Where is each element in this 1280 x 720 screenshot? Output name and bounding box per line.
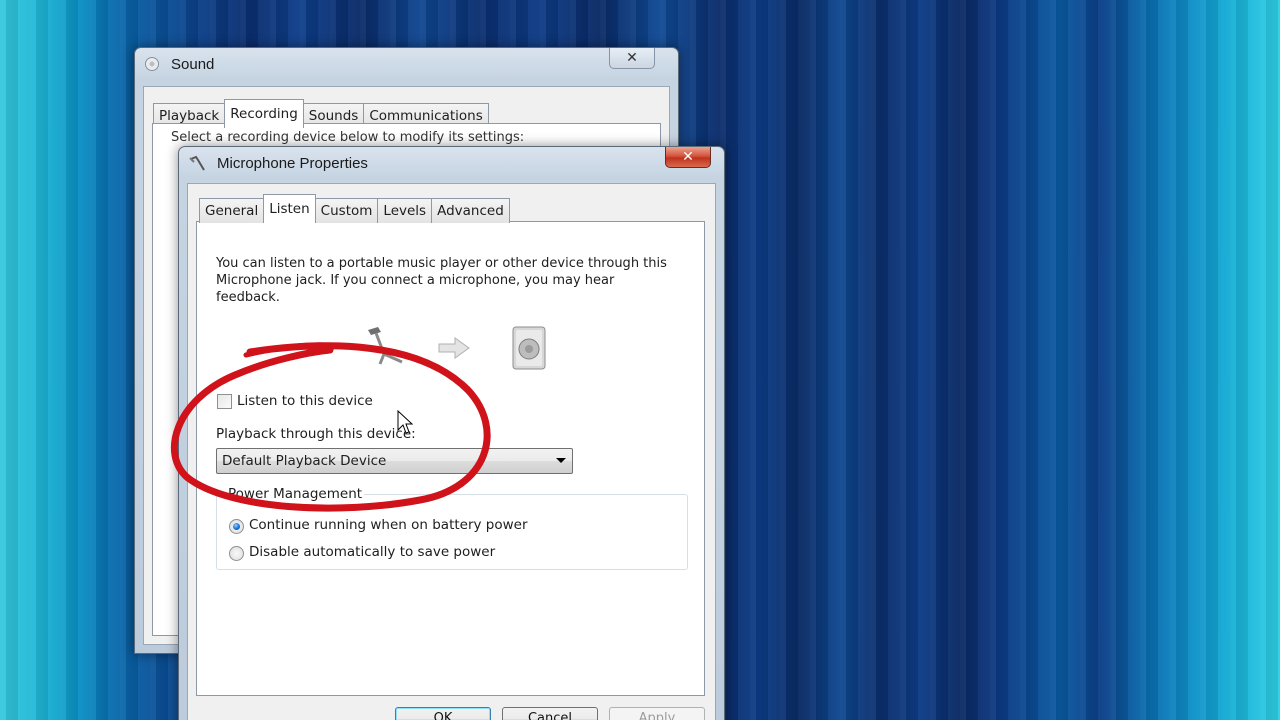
ok-button[interactable]: OK (395, 707, 491, 720)
listen-to-device-checkbox[interactable] (217, 394, 232, 409)
cursor-icon (397, 409, 414, 440)
listen-description: You can listen to a portable music playe… (216, 256, 667, 305)
arrow-right-icon (437, 336, 471, 364)
radio-continue-running-label: Continue running when on battery power (249, 517, 528, 533)
microphone-icon (364, 324, 406, 372)
playback-device-value: Default Playback Device (222, 453, 387, 469)
radio-disable-automatically[interactable] (229, 546, 244, 561)
chevron-down-icon (556, 458, 566, 463)
playback-device-dropdown[interactable]: Default Playback Device (216, 448, 573, 474)
radio-continue-running[interactable] (229, 519, 244, 534)
power-management-title: Power Management (226, 486, 365, 502)
apply-button[interactable]: Apply (609, 707, 705, 720)
cancel-button[interactable]: Cancel (502, 707, 598, 720)
speaker-icon (510, 325, 550, 375)
playback-through-label: Playback through this device: (216, 426, 416, 442)
listen-to-device-label: Listen to this device (237, 393, 373, 409)
radio-disable-automatically-label: Disable automatically to save power (249, 544, 496, 560)
